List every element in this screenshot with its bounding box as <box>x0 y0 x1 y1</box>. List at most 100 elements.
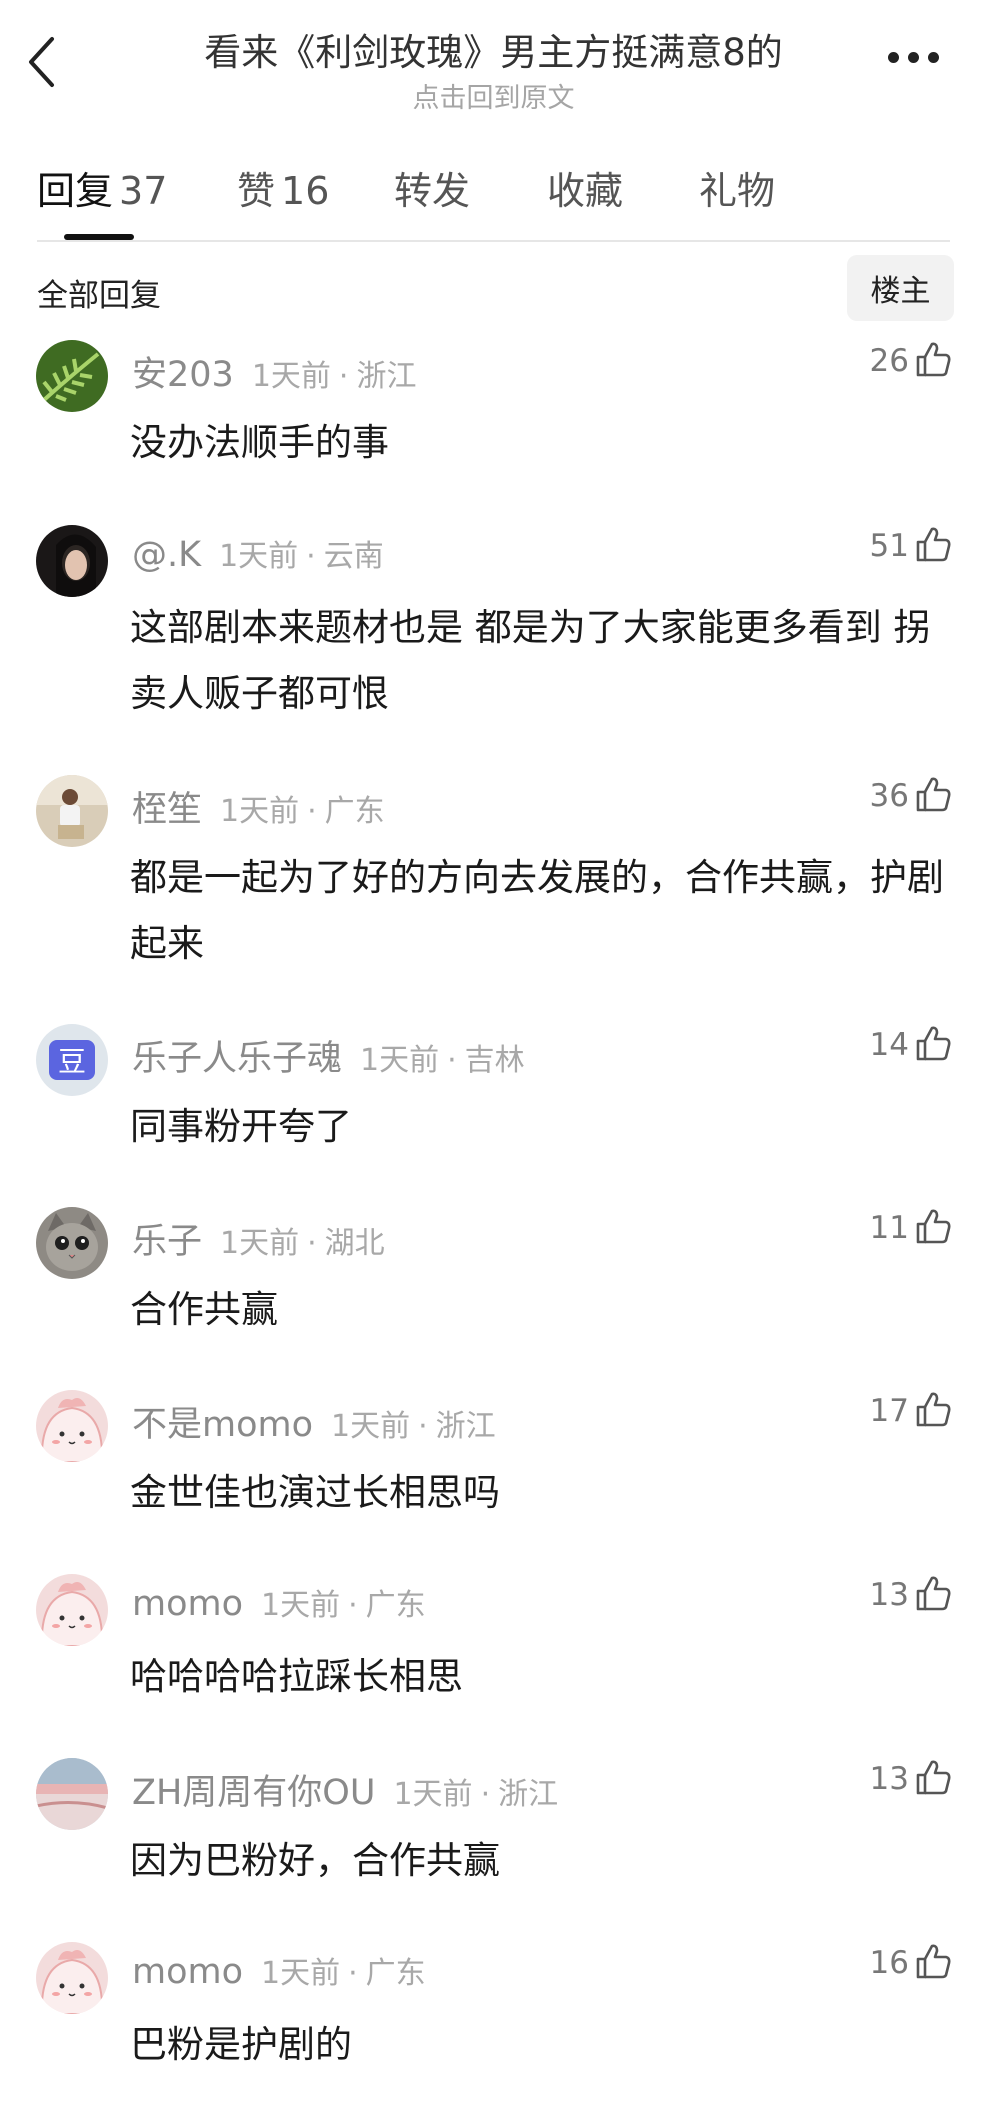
like-count: 14 <box>869 1027 909 1063</box>
comment-time: 1天前 <box>261 1588 341 1623</box>
comment-time: 1天前 <box>220 1226 300 1261</box>
tab-replies[interactable]: 回复 37 <box>37 160 167 215</box>
username[interactable]: 不是momo <box>132 1405 313 1445</box>
thumbs-up-icon <box>915 525 951 567</box>
comment-time: 1天前 <box>220 794 300 829</box>
comment-region: 广东 <box>365 1956 426 1991</box>
comment-text: 巴粉是护剧的 <box>130 2023 352 2066</box>
avatar[interactable] <box>36 1574 108 1646</box>
tab-label: 转发 <box>394 169 471 213</box>
like-button[interactable]: 11 <box>870 1207 951 1249</box>
comment-time: 1天前 <box>251 359 331 394</box>
back-to-original-link[interactable]: 点击回到原文 <box>0 76 987 115</box>
more-options-button[interactable] <box>888 52 939 63</box>
tab-favorites[interactable]: 收藏 <box>547 160 623 215</box>
comment-text: 没办法顺手的事 <box>130 421 389 464</box>
username[interactable]: 乐子人乐子魂 <box>132 1039 342 1079</box>
avatar[interactable] <box>36 775 108 847</box>
comment-region: 浙江 <box>435 1409 496 1444</box>
tab-label: 礼物 <box>699 169 776 213</box>
like-button[interactable]: 17 <box>870 1390 951 1432</box>
thumbs-up-icon <box>915 1207 951 1249</box>
comment-region: 湖北 <box>324 1226 385 1261</box>
more-dot-icon <box>908 52 919 63</box>
comment-region: 浙江 <box>356 359 417 394</box>
thumbs-up-icon <box>915 1390 951 1432</box>
username[interactable]: 安203 <box>132 355 234 395</box>
comment-region: 广东 <box>324 794 385 829</box>
like-button[interactable]: 16 <box>870 1942 951 1984</box>
comment-text: 这部剧本来题材也是 都是为了大家能更多看到 拐卖人贩子都可恨 <box>130 606 931 715</box>
tab-count: 37 <box>119 169 168 213</box>
comment-text: 哈哈哈哈拉踩长相思 <box>130 1655 463 1698</box>
comment-text: 合作共赢 <box>130 1288 278 1331</box>
comment-text: 因为巴粉好，合作共赢 <box>130 1839 500 1882</box>
like-count: 51 <box>869 528 909 564</box>
avatar[interactable] <box>36 1942 108 2014</box>
comment-region: 云南 <box>323 539 384 574</box>
username[interactable]: momo <box>132 1584 243 1624</box>
tab-bar: 回复 37 赞 16 转发 收藏 礼物 <box>37 160 950 242</box>
like-count: 11 <box>869 1210 909 1246</box>
username[interactable]: 乐子 <box>132 1222 202 1262</box>
comment-meta: 乐子人乐子魂 1天前 · 吉林 <box>132 1030 525 1081</box>
avatar[interactable] <box>36 1758 108 1830</box>
like-count: 13 <box>869 1761 909 1797</box>
comment-text: 金世佳也演过长相思吗 <box>130 1471 500 1514</box>
like-button[interactable]: 51 <box>870 525 951 567</box>
thumbs-up-icon <box>915 775 951 817</box>
thumbs-up-icon <box>915 1942 951 1984</box>
active-tab-indicator <box>64 234 134 240</box>
comment-meta: momo 1天前 · 广东 <box>132 1580 426 1624</box>
comment-meta: 不是momo 1天前 · 浙江 <box>132 1396 496 1447</box>
avatar[interactable] <box>36 340 108 412</box>
avatar[interactable] <box>36 1207 108 1279</box>
comment-meta: 乐子 1天前 · 湖北 <box>132 1213 385 1264</box>
comment-region: 吉林 <box>464 1043 525 1078</box>
like-button[interactable]: 13 <box>870 1574 951 1616</box>
tab-reposts[interactable]: 转发 <box>394 160 470 215</box>
tab-count: 16 <box>281 169 330 213</box>
like-button[interactable]: 36 <box>870 775 951 817</box>
comment-region: 广东 <box>365 1588 426 1623</box>
comment-meta: 安203 1天前 · 浙江 <box>132 346 416 397</box>
username[interactable]: @.K <box>132 535 201 575</box>
comment-meta: 桎笙 1天前 · 广东 <box>132 781 385 832</box>
op-only-filter-button[interactable]: 楼主 <box>847 255 954 321</box>
like-count: 36 <box>869 778 909 814</box>
meta-separator: · <box>306 539 316 574</box>
comment-time: 1天前 <box>219 539 299 574</box>
comment-time: 1天前 <box>393 1777 473 1812</box>
username[interactable]: ZH周周有你OU <box>132 1773 375 1813</box>
all-replies-heading: 全部回复 <box>37 278 161 314</box>
comment-meta: momo 1天前 · 广东 <box>132 1948 426 1992</box>
like-count: 16 <box>869 1945 909 1981</box>
thumbs-up-icon <box>915 340 951 382</box>
tab-likes[interactable]: 赞 16 <box>237 160 329 215</box>
like-button[interactable]: 26 <box>870 340 951 382</box>
tab-gifts[interactable]: 礼物 <box>699 160 775 215</box>
tab-label: 赞 <box>237 169 276 213</box>
more-dot-icon <box>928 52 939 63</box>
page-title: 看来《利剑玫瑰》男主方挺满意8的 <box>204 31 783 74</box>
avatar[interactable] <box>36 1390 108 1462</box>
meta-separator: · <box>480 1777 491 1812</box>
like-count: 26 <box>869 343 909 379</box>
thumbs-up-icon <box>915 1024 951 1066</box>
thumbs-up-icon <box>915 1574 951 1616</box>
username[interactable]: momo <box>132 1952 243 1992</box>
tab-label: 收藏 <box>547 169 624 213</box>
username[interactable]: 桎笙 <box>132 790 202 830</box>
thumbs-up-icon <box>915 1758 951 1800</box>
like-button[interactable]: 14 <box>870 1024 951 1066</box>
meta-separator: · <box>348 1956 358 1991</box>
comment-time: 1天前 <box>360 1043 440 1078</box>
comment-meta: ZH周周有你OU 1天前 · 浙江 <box>132 1764 558 1815</box>
comment-region: 浙江 <box>498 1777 559 1812</box>
comment-meta: @.K 1天前 · 云南 <box>132 531 384 575</box>
like-button[interactable]: 13 <box>870 1758 951 1800</box>
avatar[interactable] <box>36 525 108 597</box>
meta-separator: · <box>338 359 349 394</box>
avatar[interactable]: 豆 <box>36 1024 108 1096</box>
comment-text: 都是一起为了好的方向去发展的，合作共赢，护剧起来 <box>130 856 944 965</box>
